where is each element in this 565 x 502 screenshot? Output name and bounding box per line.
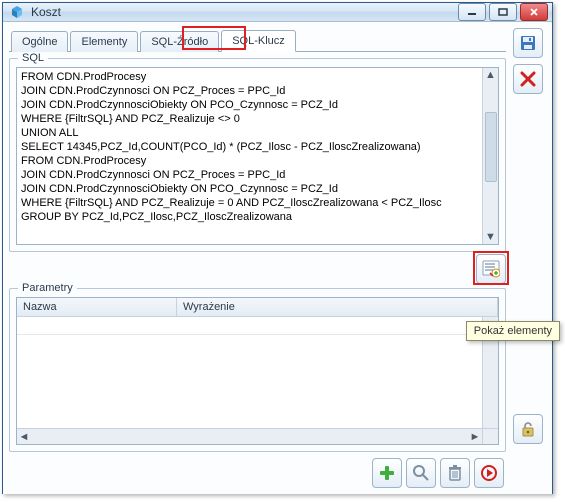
tab-panel: SQL FROM CDN.ProdProcesy JOIN CDN.ProdCz… <box>9 52 506 488</box>
group-parameters: Parametry Nazwa Wyrażenie ◄ <box>9 288 506 452</box>
group-sql-label: SQL <box>18 52 48 64</box>
col-header-expr[interactable]: Wyrażenie <box>177 298 498 316</box>
minimize-button[interactable] <box>458 3 486 21</box>
table-row[interactable] <box>17 317 498 335</box>
tab-sql-source[interactable]: SQL-Źródło <box>140 31 219 52</box>
mid-button-row <box>9 252 506 284</box>
parameters-header: Nazwa Wyrażenie <box>17 298 498 317</box>
scroll-thumb[interactable] <box>485 112 497 182</box>
delete-button[interactable] <box>440 458 470 488</box>
tab-elements[interactable]: Elementy <box>70 31 138 52</box>
sql-textarea[interactable]: FROM CDN.ProdProcesy JOIN CDN.ProdCzynno… <box>16 67 499 245</box>
window-title: Koszt <box>31 5 455 19</box>
lock-icon <box>519 420 537 438</box>
client-area: Ogólne Elementy SQL-Źródło SQL-Klucz SQL… <box>3 22 552 494</box>
scroll-up-icon[interactable]: ▲ <box>484 68 498 82</box>
close-button[interactable] <box>520 3 548 21</box>
run-icon <box>480 464 498 482</box>
save-icon <box>519 34 537 52</box>
add-icon <box>378 464 396 482</box>
show-elements-icon <box>482 260 500 278</box>
tooltip-show-elements: Pokaż elementy <box>466 321 560 341</box>
run-button[interactable] <box>474 458 504 488</box>
tab-strip: Ogólne Elementy SQL-Źródło SQL-Klucz <box>9 28 506 52</box>
save-button[interactable] <box>513 28 543 58</box>
cancel-button[interactable] <box>513 64 543 94</box>
maximize-button[interactable] <box>489 3 517 21</box>
app-icon <box>9 4 25 20</box>
bottom-toolbar <box>9 452 506 488</box>
titlebar[interactable]: Koszt <box>3 3 552 22</box>
window-frame: Koszt Ogólne Elementy SQL-Źródło SQL-Klu… <box>2 2 553 494</box>
right-toolbar <box>510 28 546 488</box>
left-column: Ogólne Elementy SQL-Źródło SQL-Klucz SQL… <box>9 28 506 488</box>
scroll-right-icon[interactable]: ► <box>468 430 482 444</box>
scroll-down-icon[interactable]: ▼ <box>484 230 498 244</box>
group-parameters-label: Parametry <box>18 282 77 294</box>
tab-general[interactable]: Ogólne <box>11 31 68 52</box>
scroll-left-icon[interactable]: ◄ <box>17 430 31 444</box>
sql-text-content[interactable]: FROM CDN.ProdProcesy JOIN CDN.ProdCzynno… <box>17 68 482 244</box>
parameters-body[interactable] <box>17 317 498 428</box>
close-x-icon <box>519 70 537 88</box>
parameters-table[interactable]: Nazwa Wyrażenie ◄ ► <box>16 297 499 445</box>
sql-vscrollbar[interactable]: ▲ ▼ <box>482 68 498 244</box>
delete-icon <box>446 464 464 482</box>
show-elements-button[interactable] <box>476 254 506 284</box>
search-icon <box>412 464 430 482</box>
tab-sql-key[interactable]: SQL-Klucz <box>221 30 296 52</box>
group-sql: SQL FROM CDN.ProdProcesy JOIN CDN.ProdCz… <box>9 58 506 252</box>
search-button[interactable] <box>406 458 436 488</box>
lock-button[interactable] <box>513 414 543 444</box>
col-header-name[interactable]: Nazwa <box>17 298 177 316</box>
params-hscrollbar[interactable]: ◄ ► <box>17 428 498 444</box>
add-button[interactable] <box>372 458 402 488</box>
